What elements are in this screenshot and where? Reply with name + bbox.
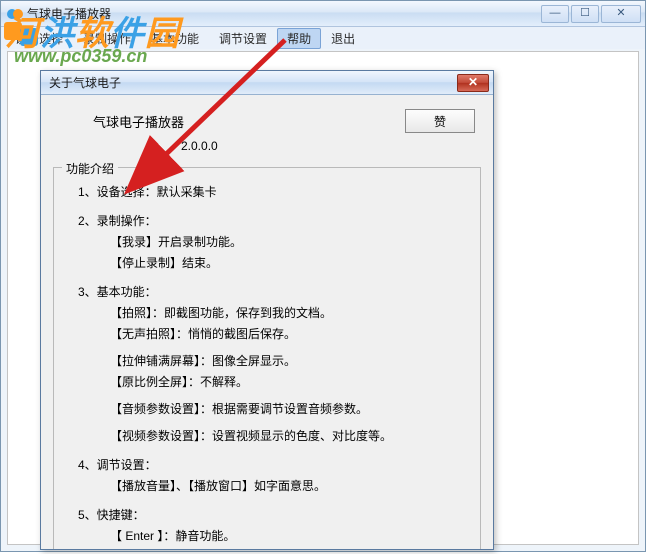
menu-exit[interactable]: 退出	[321, 28, 365, 49]
minimize-button[interactable]: —	[541, 5, 569, 23]
section-5-item-b: 【 Space 】：无声拍摄截图。	[110, 547, 470, 549]
section-3-item-d: 【原比例全屏】：不解释。	[110, 372, 470, 393]
about-close-button[interactable]: ✕	[457, 74, 489, 92]
features-content: 1、设备选择：默认采集卡 2、录制操作： 【我录】开启录制功能。 【停止录制】结…	[78, 182, 470, 549]
about-titlebar: 关于气球电子 ✕	[41, 71, 493, 95]
maximize-button[interactable]: ☐	[571, 5, 599, 23]
menu-basic-func[interactable]: 基本功能	[141, 28, 209, 49]
section-1-header: 1、设备选择：默认采集卡	[78, 182, 470, 203]
section-3-item-f: 【视频参数设置】：设置视频显示的色度、对比度等。	[110, 426, 470, 447]
close-button[interactable]: ✕	[601, 5, 641, 23]
window-controls: — ☐ ✕	[541, 5, 641, 23]
section-5-header: 5、快捷键：	[78, 505, 470, 526]
section-3-item-b: 【无声拍照】：悄悄的截图后保存。	[110, 324, 470, 345]
features-legend: 功能介绍	[62, 160, 118, 177]
about-title: 关于气球电子	[49, 74, 121, 91]
section-2-header: 2、录制操作：	[78, 211, 470, 232]
about-app-name: 气球电子播放器	[93, 112, 184, 131]
section-4-header: 4、调节设置：	[78, 455, 470, 476]
about-dialog: 关于气球电子 ✕ 气球电子播放器 赞 2.0.0.0 功能介绍 1、设备选择：默…	[40, 70, 494, 550]
section-2-item-a: 【我录】开启录制功能。	[110, 232, 470, 253]
section-4-item-a: 【播放音量】、【播放窗口】如字面意思。	[110, 476, 470, 497]
menu-adjust-settings[interactable]: 调节设置	[209, 28, 277, 49]
section-5-item-a: 【 Enter 】：静音功能。	[110, 526, 470, 547]
about-body: 气球电子播放器 赞 2.0.0.0 功能介绍 1、设备选择：默认采集卡 2、录制…	[41, 95, 493, 549]
menu-help[interactable]: 帮助	[277, 28, 321, 49]
main-titlebar: 气球电子播放器 — ☐ ✕	[1, 1, 645, 27]
section-3-item-e: 【音频参数设置】：根据需要调节设置音频参数。	[110, 399, 470, 420]
section-3-item-a: 【拍照】：即截图功能，保存到我的文档。	[110, 303, 470, 324]
watermark-url: www.pc0359.cn	[14, 46, 147, 67]
section-3-item-c: 【拉伸铺满屏幕】：图像全屏显示。	[110, 351, 470, 372]
features-groupbox: 功能介绍 1、设备选择：默认采集卡 2、录制操作： 【我录】开启录制功能。 【停…	[53, 167, 481, 549]
zan-button[interactable]: 赞	[405, 109, 475, 133]
section-2-item-b: 【停止录制】结束。	[110, 253, 470, 274]
section-3-header: 3、基本功能：	[78, 282, 470, 303]
